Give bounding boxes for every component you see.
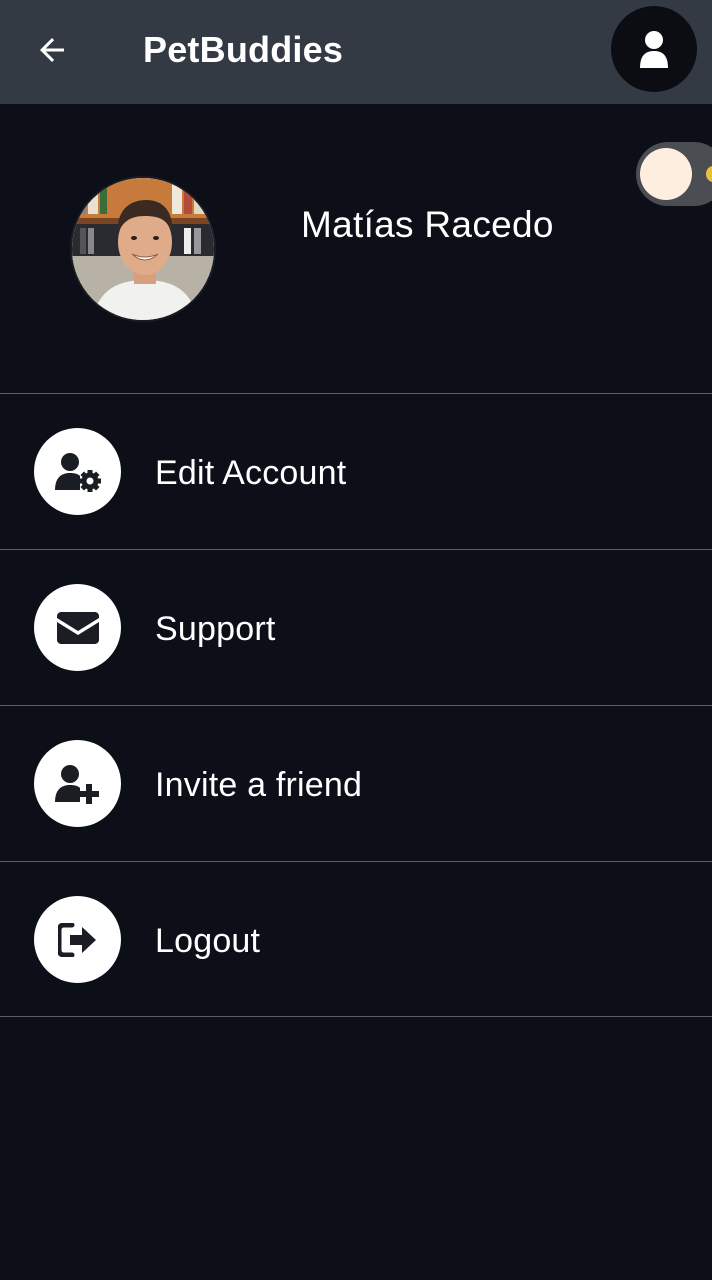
menu-item-logout[interactable]: Logout (0, 861, 712, 1017)
app-title: PetBuddies (143, 29, 344, 70)
top-app-bar: PetBuddies (0, 0, 712, 104)
menu-item-support[interactable]: Support (0, 549, 712, 705)
menu-item-edit-account[interactable]: Edit Account (0, 393, 712, 549)
logout-icon (57, 922, 96, 957)
back-button[interactable] (28, 26, 76, 74)
profile-section: Matías Racedo (0, 104, 712, 394)
user-gear-icon (54, 452, 101, 492)
user-name: Matías Racedo (301, 204, 554, 245)
menu-label: Logout (155, 922, 261, 960)
account-menu: Edit Account Support Invite a friend Log… (0, 393, 712, 1017)
user-plus-icon (54, 764, 99, 804)
profile-photo (72, 178, 214, 320)
menu-item-invite-friend[interactable]: Invite a friend (0, 705, 712, 861)
menu-icon-circle (34, 896, 121, 983)
user-icon (640, 31, 668, 68)
envelope-icon (56, 611, 99, 644)
sun-icon (706, 166, 712, 182)
menu-label: Edit Account (155, 454, 347, 492)
menu-label: Support (155, 610, 276, 648)
profile-button[interactable] (611, 6, 697, 92)
avatar[interactable] (70, 176, 216, 322)
menu-label: Invite a friend (155, 766, 363, 804)
app-root: PetBuddies Matías Racedo Edit Account Su… (0, 0, 712, 1280)
menu-icon-circle (34, 584, 121, 671)
menu-icon-circle (34, 428, 121, 515)
theme-toggle[interactable] (636, 142, 712, 206)
menu-icon-circle (34, 740, 121, 827)
toggle-knob (640, 148, 692, 200)
arrow-left-icon (40, 38, 64, 62)
